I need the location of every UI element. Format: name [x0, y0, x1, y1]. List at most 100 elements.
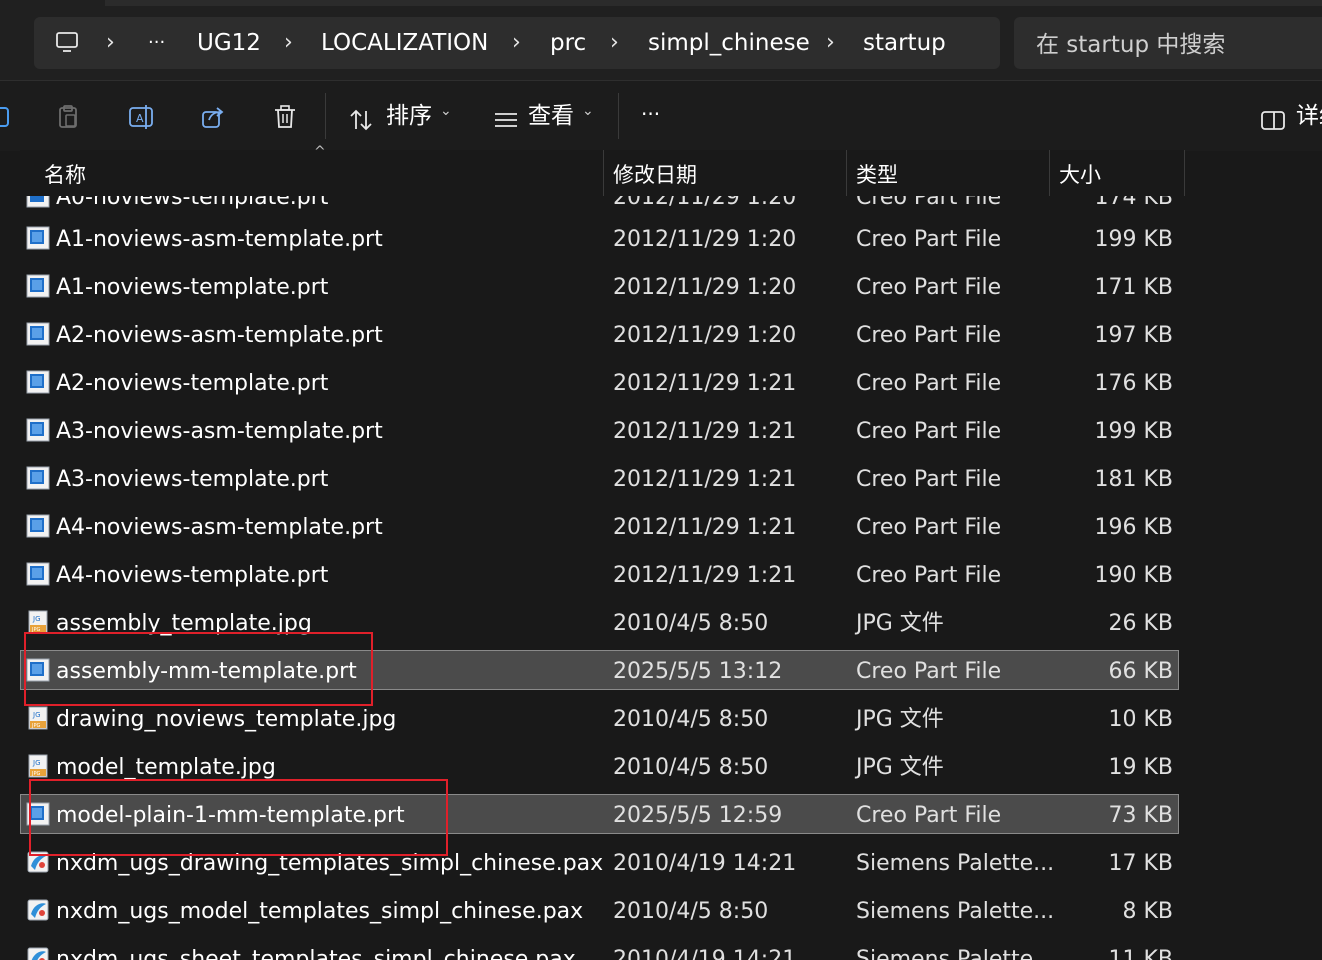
breadcrumb-ug12[interactable]: UG12 [197, 17, 261, 69]
address-bar[interactable]: › ··· UG12 › LOCALIZATION › prc › simpl_… [34, 17, 1000, 69]
chevron-down-icon[interactable]: ⌄ [440, 103, 452, 119]
file-row-partial[interactable]: A0-noviews-template.prt 2012/11/29 1:20 … [20, 196, 1179, 216]
column-header-date[interactable]: 修改日期 [613, 150, 697, 196]
file-row[interactable]: A4-noviews-asm-template.prt 2012/11/29 1:… [20, 506, 1179, 546]
file-name: A1-noviews-asm-template.prt [56, 227, 383, 252]
chevron-right-icon: › [106, 30, 115, 55]
file-type: Siemens Palette... [856, 899, 1055, 924]
search-placeholder: 在 startup 中搜索 [1036, 32, 1226, 58]
chevron-right-icon[interactable]: › [284, 17, 293, 69]
breadcrumb-simpl-chinese[interactable]: simpl_chinese [648, 17, 810, 69]
column-divider[interactable] [603, 150, 604, 196]
chevron-right-icon[interactable]: › [512, 17, 521, 69]
file-date: 2012/11/29 1:20 [613, 323, 797, 348]
file-row[interactable]: nxdm_ugs_model_templates_simpl_chinese.p… [20, 890, 1179, 930]
prt-file-icon [26, 418, 50, 442]
file-date: 2012/11/29 1:21 [613, 467, 797, 492]
file-size: 17 KB [1108, 851, 1173, 876]
file-size: 199 KB [1094, 227, 1173, 252]
column-divider[interactable] [846, 150, 847, 196]
column-divider[interactable] [1049, 150, 1050, 196]
file-date: 2012/11/29 1:21 [613, 371, 797, 396]
toolbar-separator [325, 93, 326, 139]
file-type: Creo Part File [856, 563, 1002, 588]
more-options-button[interactable]: ··· [641, 97, 660, 131]
sort-button[interactable]: 排序 [386, 99, 432, 133]
svg-text:JPG: JPG [31, 771, 40, 777]
file-type: JPG 文件 [856, 707, 944, 732]
jpg-file-icon: JGJPG [28, 610, 48, 634]
view-icon[interactable] [492, 107, 520, 135]
delete-icon[interactable] [271, 103, 299, 131]
prt-file-icon [26, 226, 50, 250]
file-type: Creo Part File [856, 371, 1002, 396]
file-type: Creo Part File [856, 275, 1002, 300]
file-size: 66 KB [1108, 659, 1173, 684]
file-size: 8 KB [1122, 899, 1173, 924]
file-size: 11 KB [1108, 947, 1173, 960]
breadcrumb-startup[interactable]: startup [863, 17, 946, 69]
file-row[interactable]: A2-noviews-template.prt 2012/11/29 1:21 Cr… [20, 362, 1179, 402]
sort-ascending-icon: ^ [314, 144, 326, 160]
file-type: Siemens Palette... [856, 947, 1055, 960]
file-row[interactable]: A4-noviews-template.prt 2012/11/29 1:21 Cr… [20, 554, 1179, 594]
file-type: Creo Part File [856, 659, 1002, 684]
toolbar-separator [618, 93, 619, 139]
search-input[interactable]: 在 startup 中搜索 [1014, 17, 1322, 69]
file-type: Creo Part File [856, 419, 1002, 444]
details-pane-icon[interactable] [1259, 107, 1287, 135]
file-name: A2-noviews-asm-template.prt [56, 323, 383, 348]
column-header-type[interactable]: 类型 [856, 150, 898, 196]
column-header-size[interactable]: 大小 [1059, 150, 1101, 196]
new-icon[interactable] [0, 103, 14, 131]
file-size: 73 KB [1108, 803, 1173, 828]
pax-file-icon [27, 899, 49, 921]
file-row[interactable]: nxdm_ugs_sheet_templates_simpl_chinese.p… [20, 938, 1179, 960]
column-header-name[interactable]: 名称 [44, 150, 86, 196]
file-date: 2010/4/5 8:50 [613, 899, 769, 924]
file-row[interactable]: A1-noviews-template.prt 2012/11/29 1:20 Cr… [20, 266, 1179, 306]
view-button[interactable]: 查看 [528, 99, 574, 133]
file-size: 196 KB [1094, 515, 1173, 540]
prt-file-icon [26, 196, 50, 208]
file-name: A3-noviews-asm-template.prt [56, 419, 383, 444]
computer-icon[interactable] [54, 29, 80, 55]
paste-icon[interactable] [54, 103, 82, 131]
file-date: 2010/4/19 14:21 [613, 851, 797, 876]
file-type: Creo Part File [856, 467, 1002, 492]
file-date: 2010/4/5 8:50 [613, 707, 769, 732]
file-type: JPG 文件 [856, 611, 944, 636]
prt-file-icon [26, 322, 50, 346]
chevron-right-icon[interactable]: › [826, 17, 835, 69]
breadcrumb-localization[interactable]: LOCALIZATION [321, 17, 488, 69]
file-date: 2025/5/5 13:12 [613, 659, 783, 684]
file-row[interactable]: A2-noviews-asm-template.prt 2012/11/29 1:… [20, 314, 1179, 354]
prt-file-icon [26, 274, 50, 298]
rename-icon[interactable]: A [127, 103, 155, 131]
details-button[interactable]: 详细 [1296, 99, 1322, 133]
file-type: JPG 文件 [856, 755, 944, 780]
sort-icon[interactable] [348, 107, 376, 135]
file-name: A1-noviews-template.prt [56, 275, 329, 300]
chevron-right-icon[interactable]: › [610, 17, 619, 69]
file-date: 2012/11/29 1:21 [613, 563, 797, 588]
column-header: 名称 ^ 修改日期 类型 大小 [20, 144, 1185, 196]
column-divider[interactable] [1184, 150, 1185, 196]
file-size: 26 KB [1108, 611, 1173, 636]
file-size: 19 KB [1108, 755, 1173, 780]
file-row[interactable]: A3-noviews-asm-template.prt 2012/11/29 1:… [20, 410, 1179, 450]
svg-text:A: A [136, 112, 144, 125]
tab-strip [105, 0, 1322, 6]
file-date: 2012/11/29 1:21 [613, 419, 797, 444]
file-row[interactable]: A3-noviews-template.prt 2012/11/29 1:21 Cr… [20, 458, 1179, 498]
file-name: nxdm_ugs_model_templates_simpl_chinese.p… [56, 899, 584, 924]
file-type: Siemens Palette... [856, 851, 1055, 876]
breadcrumb-prc[interactable]: prc [550, 17, 586, 69]
chevron-down-icon[interactable]: ⌄ [582, 103, 594, 119]
jpg-file-icon: JGJPG [28, 706, 48, 730]
share-icon[interactable] [199, 103, 227, 131]
breadcrumb-overflow[interactable]: ··· [148, 17, 165, 69]
file-name: A2-noviews-template.prt [56, 371, 329, 396]
title-bar: › ··· UG12 › LOCALIZATION › prc › simpl_… [0, 0, 1322, 80]
file-row[interactable]: A1-noviews-asm-template.prt 2012/11/29 1:… [20, 218, 1179, 258]
